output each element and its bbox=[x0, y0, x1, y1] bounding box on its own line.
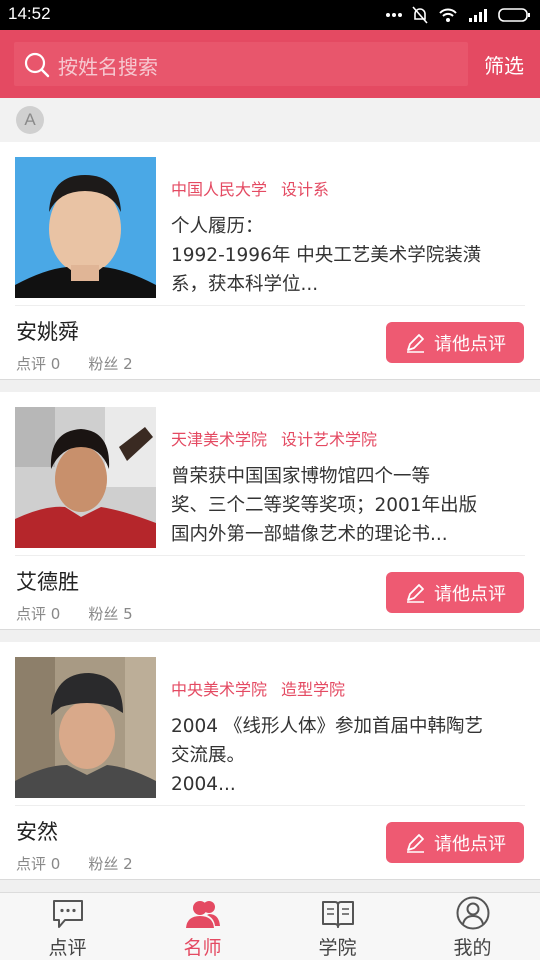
request-review-label: 请他点评 bbox=[434, 333, 506, 355]
teacher-name: 安然 bbox=[16, 820, 58, 844]
request-review-button[interactable]: 请他点评 bbox=[386, 572, 524, 613]
status-icons bbox=[386, 6, 532, 24]
tab-teachers[interactable]: 名师 bbox=[135, 893, 270, 960]
bio-line: 2004... bbox=[171, 774, 236, 795]
card-divider bbox=[15, 805, 525, 806]
portrait-image bbox=[15, 657, 156, 798]
request-review-button[interactable]: 请他点评 bbox=[386, 322, 524, 363]
user-icon bbox=[456, 896, 489, 930]
bio-line: 系，获本科学位... bbox=[171, 274, 319, 295]
review-count: 点评 0 bbox=[16, 855, 61, 873]
comment-icon bbox=[52, 900, 83, 928]
search-header: 按姓名搜索 筛选 bbox=[0, 30, 540, 98]
department-name: 造型学院 bbox=[281, 680, 346, 699]
tab-label: 名师 bbox=[183, 937, 222, 959]
bio-text: 曾荣获中国国家博物馆四个一等 奖、三个二等奖等奖项；2001年出版 国内外第一部… bbox=[171, 462, 525, 549]
teacher-name: 艾德胜 bbox=[16, 570, 79, 594]
mute-bell-icon bbox=[412, 6, 428, 24]
fan-count: 粉丝 5 bbox=[88, 605, 133, 623]
filter-button[interactable]: 筛选 bbox=[484, 50, 524, 79]
school-line: 中国人民大学 设计系 bbox=[171, 176, 329, 200]
signal-icon bbox=[469, 9, 487, 22]
book-icon bbox=[321, 901, 354, 928]
school-line: 天津美术学院 设计艺术学院 bbox=[171, 426, 377, 450]
teacher-photo bbox=[15, 657, 156, 798]
school-line: 中央美术学院 造型学院 bbox=[171, 676, 345, 700]
pencil-icon bbox=[407, 833, 424, 853]
review-count: 点评 0 bbox=[16, 355, 61, 373]
tab-academy[interactable]: 学院 bbox=[270, 893, 405, 960]
tab-label: 点评 bbox=[48, 937, 87, 959]
teacher-card[interactable]: 天津美术学院 设计艺术学院 曾荣获中国国家博物馆四个一等 奖、三个二等奖等奖项；2… bbox=[0, 392, 540, 630]
fan-count: 粉丝 2 bbox=[88, 855, 133, 873]
school-name: 天津美术学院 bbox=[171, 430, 268, 449]
teacher-card[interactable]: 中国人民大学 设计系 个人履历： 1992-1996年 中央工艺美术学院装潢 系，… bbox=[0, 142, 540, 380]
portrait-image bbox=[15, 157, 156, 298]
status-time: 14:52 bbox=[8, 4, 51, 23]
bio-line: 交流展。 bbox=[171, 745, 246, 766]
school-name: 中央美术学院 bbox=[171, 680, 268, 699]
request-review-label: 请他点评 bbox=[434, 583, 506, 605]
portrait-image bbox=[15, 407, 156, 548]
bio-line: 奖、三个二等奖等奖项；2001年出版 bbox=[171, 495, 478, 516]
battery-icon bbox=[498, 8, 530, 22]
section-header: A bbox=[0, 98, 540, 142]
request-review-button[interactable]: 请他点评 bbox=[386, 822, 524, 863]
search-icon bbox=[24, 52, 50, 78]
tab-mine[interactable]: 我的 bbox=[405, 893, 540, 960]
search-input[interactable]: 按姓名搜索 bbox=[14, 42, 468, 86]
teacher-stats: 点评 0 粉丝 5 bbox=[16, 603, 133, 624]
department-name: 设计艺术学院 bbox=[281, 430, 378, 449]
bottom-tab-bar: 点评 名师 学院 我的 bbox=[0, 892, 540, 960]
teacher-stats: 点评 0 粉丝 2 bbox=[16, 853, 133, 874]
teacher-name: 安姚舜 bbox=[16, 320, 79, 344]
card-divider bbox=[15, 555, 525, 556]
bio-text: 2004 《线形人体》参加首届中韩陶艺 交流展。 2004... bbox=[171, 712, 525, 799]
teacher-photo bbox=[15, 157, 156, 298]
request-review-label: 请他点评 bbox=[434, 833, 506, 855]
tab-reviews[interactable]: 点评 bbox=[0, 893, 135, 960]
tab-label: 学院 bbox=[318, 937, 357, 959]
department-name: 设计系 bbox=[281, 180, 330, 199]
fan-count: 粉丝 2 bbox=[88, 355, 133, 373]
bio-line: 曾荣获中国国家博物馆四个一等 bbox=[171, 466, 431, 487]
bio-text: 个人履历： 1992-1996年 中央工艺美术学院装潢 系，获本科学位... bbox=[171, 212, 525, 299]
school-name: 中国人民大学 bbox=[171, 180, 268, 199]
bio-line: 2004 《线形人体》参加首届中韩陶艺 bbox=[171, 716, 483, 737]
tab-label: 我的 bbox=[453, 937, 492, 959]
bio-line: 1992-1996年 中央工艺美术学院装潢 bbox=[171, 245, 482, 266]
search-placeholder: 按姓名搜索 bbox=[58, 55, 158, 79]
teacher-card[interactable]: 中央美术学院 造型学院 2004 《线形人体》参加首届中韩陶艺 交流展。 2004… bbox=[0, 642, 540, 880]
review-count: 点评 0 bbox=[16, 605, 61, 623]
wifi-icon bbox=[439, 8, 457, 22]
teacher-photo bbox=[15, 407, 156, 548]
status-bar: 14:52 bbox=[0, 0, 540, 30]
pencil-icon bbox=[407, 333, 424, 353]
bio-line: 个人履历： bbox=[171, 216, 264, 237]
teacher-stats: 点评 0 粉丝 2 bbox=[16, 353, 133, 374]
more-dots-icon bbox=[386, 13, 402, 17]
card-divider bbox=[15, 305, 525, 306]
people-icon bbox=[185, 901, 220, 928]
section-letter-badge: A bbox=[16, 106, 44, 134]
pencil-icon bbox=[407, 583, 424, 603]
bio-line: 国内外第一部蜡像艺术的理论书... bbox=[171, 524, 448, 545]
